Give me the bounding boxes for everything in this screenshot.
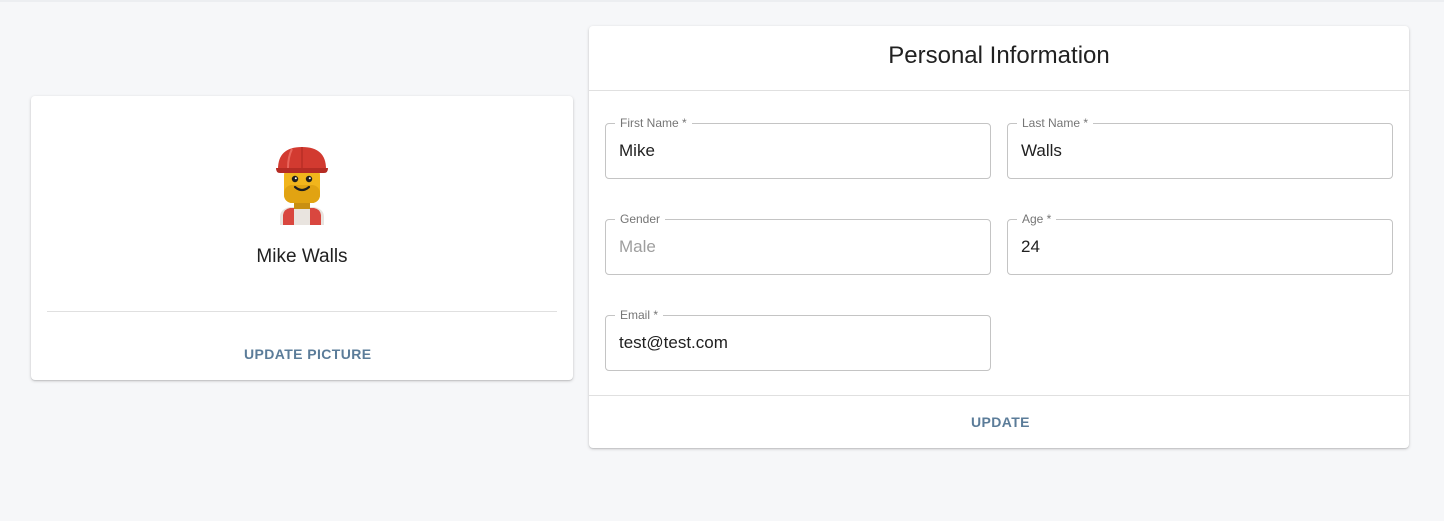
header-divider	[589, 90, 1409, 91]
email-label: Email *	[615, 307, 664, 323]
lego-avatar-icon	[276, 147, 328, 225]
gender-label: Gender	[615, 211, 666, 227]
page-title: Personal Information	[888, 42, 1110, 69]
email-value[interactable]: test@test.com	[619, 333, 728, 353]
email-field[interactable]: Email * test@test.com	[605, 307, 991, 371]
last-name-field[interactable]: Last Name * Walls	[1007, 115, 1393, 179]
update-button[interactable]: UPDATE	[963, 408, 1038, 436]
last-name-label: Last Name *	[1017, 115, 1094, 131]
profile-card	[31, 96, 573, 380]
first-name-field[interactable]: First Name * Mike	[605, 115, 991, 179]
age-field[interactable]: Age * 24	[1007, 211, 1393, 275]
first-name-label: First Name *	[615, 115, 692, 131]
profile-divider	[47, 311, 557, 312]
gender-value[interactable]: Male	[619, 237, 656, 257]
age-label: Age *	[1017, 211, 1057, 227]
age-value[interactable]: 24	[1021, 237, 1040, 257]
last-name-value[interactable]: Walls	[1021, 141, 1062, 161]
footer-divider	[589, 395, 1409, 396]
profile-name: Mike Walls	[256, 246, 348, 267]
top-border	[0, 0, 1444, 2]
update-picture-button[interactable]: UPDATE PICTURE	[236, 340, 379, 368]
first-name-value[interactable]: Mike	[619, 141, 655, 161]
avatar	[270, 145, 334, 225]
gender-field[interactable]: Gender Male	[605, 211, 991, 275]
